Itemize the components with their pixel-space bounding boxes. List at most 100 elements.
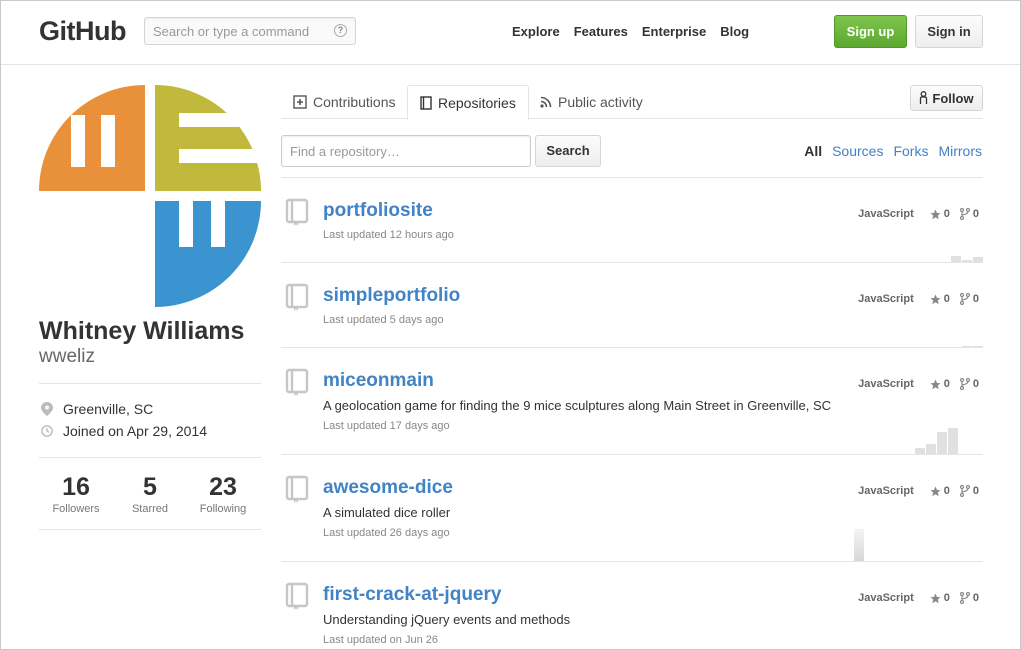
repo-language: JavaScript [858, 378, 914, 390]
activity-graph [854, 529, 864, 561]
repo-updated: Last updated 26 days ago [323, 527, 450, 539]
repo-forks[interactable]: 0 [959, 293, 979, 305]
nav-features[interactable]: Features [574, 24, 628, 39]
clock-icon [41, 425, 53, 437]
tab-label: Contributions [313, 94, 396, 110]
stat-value: 5 [143, 473, 157, 501]
fork-icon [959, 208, 970, 220]
site-header: GitHub ? Explore Features Enterprise Blo… [1, 1, 1020, 65]
profile-full-name: Whitney Williams [39, 317, 245, 345]
stat-label: Starred [131, 503, 169, 515]
repo-language: JavaScript [858, 293, 914, 305]
star-count: 0 [943, 293, 950, 305]
tab-repositories[interactable]: Repositories [407, 85, 529, 120]
activity-graph [915, 428, 958, 454]
repo-forks[interactable]: 0 [959, 592, 979, 604]
repo-filter-input[interactable] [282, 136, 530, 166]
repo-book-icon [285, 368, 309, 396]
repo-updated: Last updated 5 days ago [323, 314, 444, 326]
repo-name-link[interactable]: awesome-dice [323, 477, 453, 499]
nav-enterprise[interactable]: Enterprise [642, 24, 706, 39]
repo-language: JavaScript [858, 208, 914, 220]
tab-contributions[interactable]: Contributions [281, 85, 408, 119]
site-search-input[interactable] [145, 18, 325, 44]
star-count: 0 [943, 378, 950, 390]
repo-name-link[interactable]: portfoliosite [323, 200, 433, 222]
joined-text: Joined on Apr 29, 2014 [63, 423, 208, 439]
stat-following[interactable]: 23 Following [186, 473, 260, 515]
profile-joined: Joined on Apr 29, 2014 [41, 423, 207, 439]
fork-icon [959, 592, 970, 604]
repo-stars[interactable]: 0 [930, 378, 950, 390]
tab-public-activity[interactable]: Public activity [528, 85, 655, 119]
repo-meta: JavaScript 0 0 [858, 293, 979, 305]
location-pin-icon [41, 402, 53, 416]
repo-item: awesome-dice A simulated dice roller Las… [281, 455, 983, 562]
repo-updated: Last updated 17 days ago [323, 420, 450, 432]
fork-icon [959, 485, 970, 497]
book-icon [420, 95, 432, 110]
fork-count: 0 [972, 378, 979, 390]
repo-item: portfoliosite Last updated 12 hours ago … [281, 178, 983, 263]
filter-all[interactable]: All [804, 143, 822, 159]
nav-explore[interactable]: Explore [512, 24, 560, 39]
profile-location: Greenville, SC [41, 401, 153, 417]
help-icon[interactable]: ? [334, 24, 347, 37]
nav-blog[interactable]: Blog [720, 24, 749, 39]
repo-item: miceonmain A geolocation game for findin… [281, 348, 983, 455]
tab-label: Public activity [558, 94, 643, 110]
fork-icon [959, 378, 970, 390]
repo-description: A geolocation game for finding the 9 mic… [323, 398, 831, 413]
repo-filter[interactable] [281, 135, 531, 167]
stat-followers[interactable]: 16 Followers [39, 473, 113, 515]
signin-button[interactable]: Sign in [915, 15, 983, 48]
repo-stars[interactable]: 0 [930, 592, 950, 604]
avatar [39, 85, 261, 307]
star-icon [930, 486, 941, 496]
follow-label: Follow [932, 90, 974, 106]
stat-starred[interactable]: 5 Starred [113, 473, 187, 515]
star-count: 0 [943, 208, 950, 220]
divider [39, 529, 261, 530]
filter-forks[interactable]: Forks [893, 143, 928, 159]
repo-name-link[interactable]: first-crack-at-jquery [323, 584, 501, 606]
repo-book-icon [285, 283, 309, 311]
repo-name-link[interactable]: miceonmain [323, 370, 434, 392]
repo-stars[interactable]: 0 [930, 485, 950, 497]
repo-item: first-crack-at-jquery Understanding jQue… [281, 562, 983, 650]
signup-button[interactable]: Sign up [834, 15, 907, 48]
star-icon [930, 593, 941, 603]
repo-forks[interactable]: 0 [959, 208, 979, 220]
rss-icon [540, 96, 552, 108]
filter-sources[interactable]: Sources [832, 143, 883, 159]
repo-book-icon [285, 475, 309, 503]
star-count: 0 [943, 592, 950, 604]
fork-count: 0 [972, 485, 979, 497]
stat-value: 23 [209, 473, 237, 501]
star-icon [930, 379, 941, 389]
stat-label: Following [199, 503, 247, 515]
site-search[interactable]: ? [144, 17, 356, 45]
fork-count: 0 [972, 208, 979, 220]
repo-name-link[interactable]: simpleportfolio [323, 285, 460, 307]
repo-search-button[interactable]: Search [535, 135, 601, 167]
github-logo[interactable]: GitHub [39, 16, 126, 47]
divider [39, 383, 261, 384]
divider [39, 457, 261, 458]
repo-forks[interactable]: 0 [959, 378, 979, 390]
repo-stars[interactable]: 0 [930, 293, 950, 305]
repo-forks[interactable]: 0 [959, 485, 979, 497]
repo-updated: Last updated 12 hours ago [323, 229, 454, 241]
repo-stars[interactable]: 0 [930, 208, 950, 220]
star-icon [930, 209, 941, 219]
repo-description: Understanding jQuery events and methods [323, 612, 571, 627]
stat-value: 16 [62, 473, 90, 501]
plus-square-icon [293, 95, 307, 109]
filter-mirrors[interactable]: Mirrors [938, 143, 982, 159]
follow-button[interactable]: Follow [910, 85, 983, 111]
location-text: Greenville, SC [63, 401, 154, 417]
repo-language: JavaScript [858, 485, 914, 497]
fork-count: 0 [972, 293, 979, 305]
star-icon [930, 294, 941, 304]
top-nav: Explore Features Enterprise Blog [512, 24, 749, 39]
